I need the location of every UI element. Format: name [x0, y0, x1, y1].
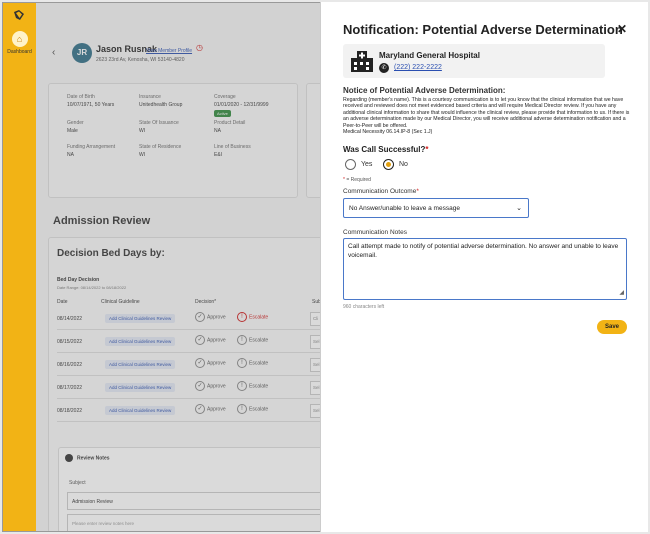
notice-heading: Notice of Potential Adverse Determinatio… — [343, 86, 506, 95]
close-icon[interactable]: ✕ — [617, 22, 627, 36]
communication-notes-label: Communication Notes — [343, 229, 407, 236]
notice-footer: Medical Necessity 06.14.IP-8 (Sec 1.J) — [343, 129, 433, 136]
hospital-name: Maryland General Hospital — [379, 51, 480, 60]
notification-dialog: Notification: Potential Adverse Determin… — [320, 2, 648, 532]
resize-handle-icon: ◢ — [619, 290, 624, 296]
dialog-title: Notification: Potential Adverse Determin… — [343, 22, 623, 37]
chevron-down-icon: ⌄ — [516, 205, 522, 212]
required-note: * = Required — [343, 177, 371, 183]
hospital-phone-link[interactable]: (222) 222-2222 — [394, 64, 442, 71]
radio-yes[interactable]: Yes — [345, 159, 372, 170]
radio-circle-selected — [383, 159, 394, 170]
sidebar-item-label: Dashboard — [7, 49, 32, 55]
phone-icon: ✆ — [379, 63, 389, 73]
left-nav: ⌂ Dashboard — [3, 3, 36, 531]
hospital-icon — [349, 48, 375, 74]
hospital-card: Maryland General Hospital ✆ (222) 222-22… — [343, 44, 605, 78]
call-successful-label: Was Call Successful?* — [343, 145, 429, 154]
radio-no[interactable]: No — [383, 159, 408, 170]
communication-outcome-label: Communication Outcome* — [343, 188, 419, 195]
communication-outcome-select[interactable]: No Answer/unable to leave a message ⌄ — [343, 198, 529, 218]
characters-left: 960 characters left — [343, 304, 385, 310]
home-icon: ⌂ — [11, 31, 28, 47]
notice-body: Regarding (member's name). This is a cou… — [343, 97, 630, 136]
sidebar-item-dashboard[interactable]: ⌂ Dashboard — [3, 31, 36, 55]
brand-logo-icon — [13, 9, 25, 21]
radio-circle — [345, 159, 356, 170]
save-button[interactable]: Save — [597, 320, 627, 334]
communication-notes-field[interactable]: Call attempt made to notify of potential… — [343, 238, 627, 300]
